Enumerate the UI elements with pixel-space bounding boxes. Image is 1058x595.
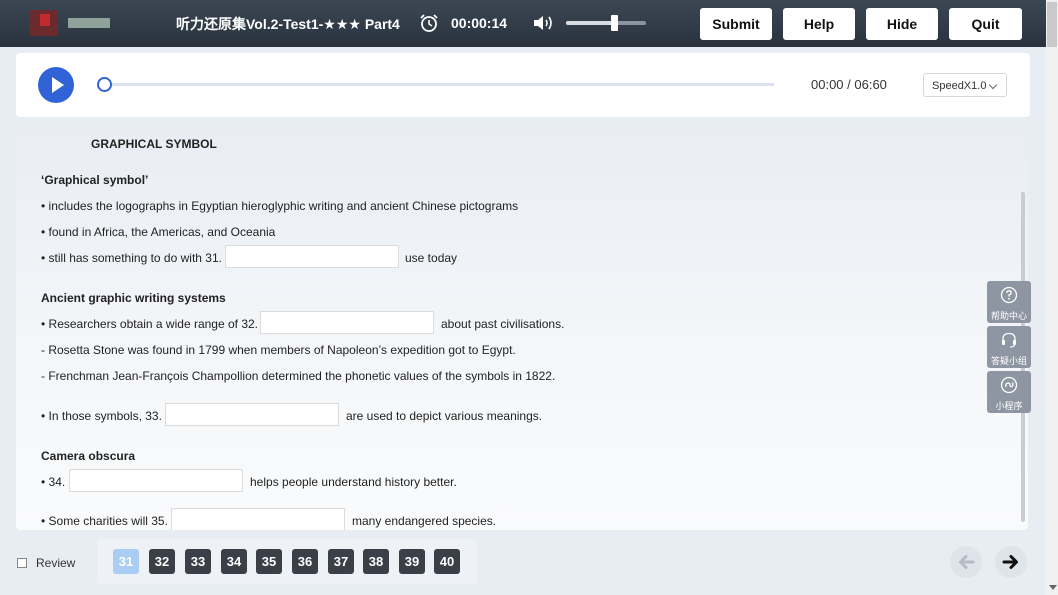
volume-icon[interactable] <box>532 13 556 33</box>
page-scrollbar[interactable] <box>1046 0 1058 595</box>
speed-select[interactable]: SpeedX1.0 <box>923 73 1007 97</box>
note-line-33-suffix: are used to depict various meanings. <box>346 409 543 423</box>
answer-input-31[interactable] <box>225 245 399 268</box>
question-34-button[interactable]: 34 <box>221 549 247 574</box>
answer-input-34[interactable] <box>69 469 243 492</box>
chevron-down-icon <box>988 80 998 90</box>
heading-graphical-symbol: ‘Graphical symbol’ <box>41 173 149 187</box>
note-line-34-suffix: helps people understand history better. <box>250 475 457 489</box>
volume-slider-thumb[interactable] <box>611 15 618 31</box>
question-33-button[interactable]: 33 <box>185 549 211 574</box>
note-line: • includes the logographs in Egyptian hi… <box>41 199 519 213</box>
help-button[interactable]: Help <box>783 8 855 40</box>
question-31-button[interactable]: 31 <box>113 549 139 574</box>
timer: 00:00:14 <box>451 15 508 31</box>
mini-program-icon <box>1000 376 1018 394</box>
question-navigator: 31 32 33 34 35 36 37 38 39 40 <box>97 539 477 584</box>
next-button[interactable] <box>995 546 1027 578</box>
qa-group-button[interactable]: 答疑小组 <box>987 326 1031 368</box>
qa-group-label: 答疑小组 <box>990 356 1027 366</box>
question-panel: GRAPHICAL SYMBOL ‘Graphical symbol’ • in… <box>16 127 1028 530</box>
audio-progress-bar[interactable] <box>97 77 774 92</box>
logo <box>10 8 120 38</box>
alarm-clock-icon <box>420 14 438 32</box>
mini-program-button[interactable]: 小程序 <box>987 371 1031 413</box>
question-40-button[interactable]: 40 <box>434 549 460 574</box>
heading-ancient-writing: Ancient graphic writing systems <box>41 291 226 305</box>
note-line-32-suffix: about past civilisations. <box>441 317 565 331</box>
scroll-down-arrow-icon[interactable] <box>1049 585 1057 590</box>
quit-button[interactable]: Quit <box>949 8 1022 40</box>
note-line: - Rosetta Stone was found in 1799 when m… <box>41 343 516 357</box>
question-39-button[interactable]: 39 <box>399 549 425 574</box>
help-center-button[interactable]: 帮助中心 <box>987 281 1031 323</box>
note-line: • found in Africa, the Americas, and Oce… <box>41 225 276 239</box>
submit-button[interactable]: Submit <box>700 8 772 40</box>
question-32-button[interactable]: 32 <box>149 549 175 574</box>
question-circle-icon <box>1000 286 1018 304</box>
question-36-button[interactable]: 36 <box>292 549 318 574</box>
review-checkbox[interactable] <box>17 558 27 568</box>
note-line-31-prefix: • still has something to do with 31. <box>41 251 222 265</box>
page-title: 听力还原集Vol.2-Test1-★★★ Part4 <box>176 16 400 32</box>
play-button[interactable] <box>38 67 74 103</box>
note-line-31-suffix: use today <box>405 251 458 265</box>
note-line: - Frenchman Jean-François Champollion de… <box>41 369 556 383</box>
answer-input-32[interactable] <box>260 311 434 334</box>
headset-icon <box>1002 332 1016 348</box>
note-line-34-prefix: • 34. <box>41 475 66 489</box>
page-scrollbar-thumb[interactable] <box>1047 2 1057 47</box>
question-37-button[interactable]: 37 <box>328 549 354 574</box>
volume-slider[interactable] <box>566 15 646 31</box>
review-label: Review <box>36 556 76 570</box>
note-line-35-suffix: many endangered species. <box>352 514 497 528</box>
hide-button[interactable]: Hide <box>866 8 938 40</box>
audio-progress-thumb[interactable] <box>97 77 112 92</box>
note-line-33-prefix: • In those symbols, 33. <box>41 409 162 423</box>
question-35-button[interactable]: 35 <box>256 549 282 574</box>
audio-time: 00:00 / 06:60 <box>811 77 887 92</box>
help-center-label: 帮助中心 <box>990 311 1027 321</box>
arrow-right-icon <box>1002 555 1018 569</box>
audio-player: 00:00 / 06:60 SpeedX1.0 <box>16 53 1030 117</box>
answer-input-33[interactable] <box>165 403 339 426</box>
previous-button[interactable] <box>950 546 982 578</box>
arrow-left-icon <box>959 555 975 569</box>
speed-select-value: SpeedX1.0 <box>932 80 987 92</box>
answer-input-35[interactable] <box>171 508 345 530</box>
top-bar: 听力还原集Vol.2-Test1-★★★ Part4 00:00:14 Subm… <box>0 0 1046 47</box>
section-title: GRAPHICAL SYMBOL <box>91 137 217 151</box>
note-line-35-prefix: • Some charities will 35. <box>41 514 168 528</box>
mini-program-label: 小程序 <box>995 401 1023 411</box>
question-38-button[interactable]: 38 <box>363 549 389 574</box>
heading-camera-obscura: Camera obscura <box>41 449 136 463</box>
note-line-32-prefix: • Researchers obtain a wide range of 32. <box>41 317 258 331</box>
